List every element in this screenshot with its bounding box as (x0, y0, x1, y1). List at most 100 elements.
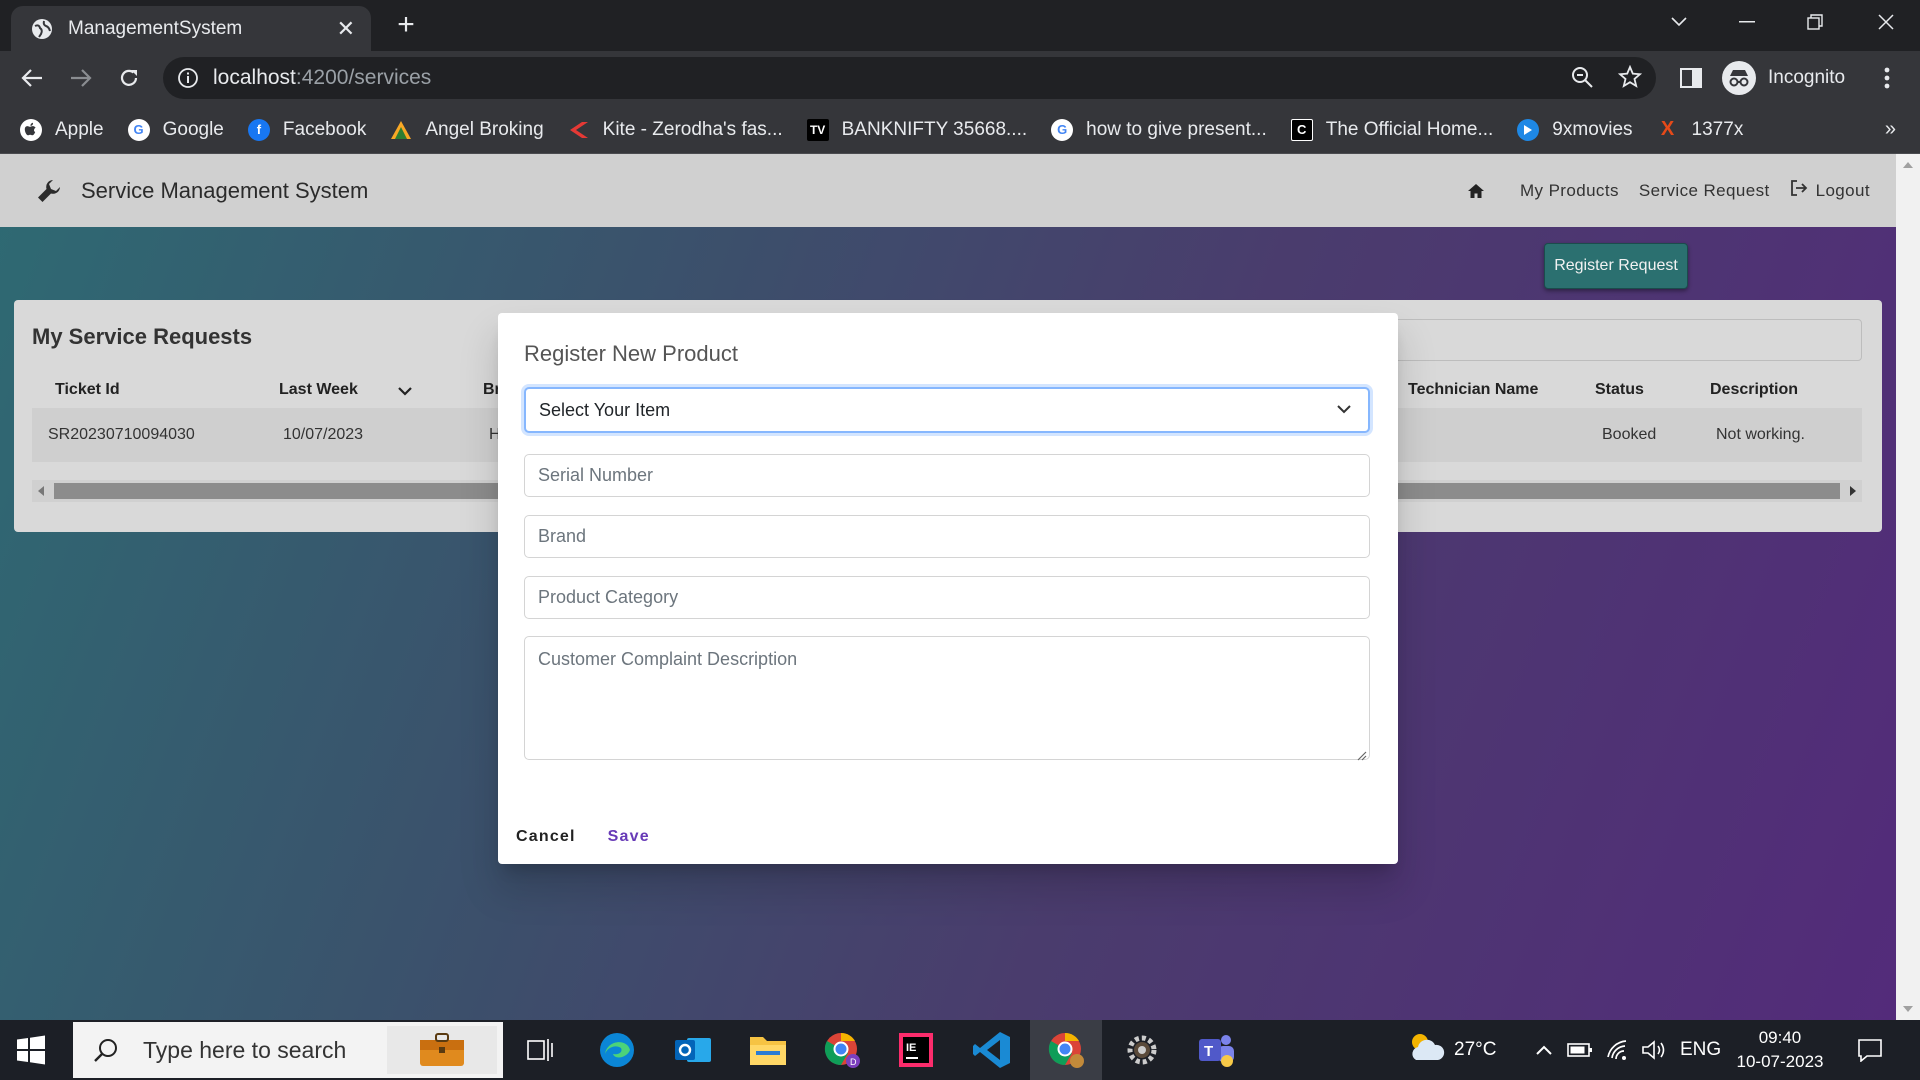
tab-strip: ManagementSystem ✕ + (0, 0, 1920, 51)
cell-description: Not working. (1716, 426, 1805, 443)
restore-icon[interactable] (1781, 0, 1849, 44)
scroll-down-icon[interactable] (1903, 1006, 1913, 1012)
vertical-scrollbar[interactable] (1896, 154, 1920, 1020)
chrome-menu-icon[interactable] (1868, 59, 1906, 97)
header-description[interactable]: Description (1710, 381, 1798, 399)
apple-icon (20, 118, 42, 141)
nav-my-products[interactable]: My Products (1520, 181, 1619, 201)
task-view-icon[interactable] (518, 1028, 562, 1072)
close-window-icon[interactable] (1852, 0, 1920, 44)
bookmark-official-home[interactable]: C The Official Home... (1290, 118, 1493, 141)
weather-widget[interactable]: 27°C (1406, 1020, 1496, 1080)
bookmark-angel-broking[interactable]: Angel Broking (390, 119, 544, 141)
register-request-button[interactable]: Register Request (1544, 243, 1688, 289)
bookmark-label: BANKNIFTY 35668.... (841, 118, 1028, 140)
incognito-label: Incognito (1768, 67, 1846, 88)
bookmark-9xmovies[interactable]: 9xmovies (1517, 118, 1633, 141)
bookmark-banknifty[interactable]: TV BANKNIFTY 35668.... (806, 118, 1028, 141)
brand-field[interactable]: Brand (524, 515, 1370, 558)
vscode-icon[interactable] (970, 1028, 1014, 1072)
header-status[interactable]: Status (1595, 381, 1644, 399)
kite-icon (568, 119, 590, 141)
teams-icon[interactable]: T (1194, 1028, 1238, 1072)
nav-service-request[interactable]: Service Request (1639, 181, 1770, 201)
filter-input[interactable] (1394, 319, 1862, 361)
home-icon[interactable] (1466, 181, 1486, 201)
tab-search-icon[interactable] (1645, 0, 1713, 44)
site-info-icon[interactable] (177, 67, 199, 89)
bookmark-1377x[interactable]: X 1377x (1657, 118, 1744, 141)
settings-gear-icon[interactable] (1120, 1028, 1164, 1072)
facebook-icon: f (247, 118, 270, 141)
wifi-icon[interactable] (1598, 1028, 1638, 1072)
app-title: Service Management System (81, 178, 369, 203)
bookmark-apple[interactable]: Apple (20, 118, 104, 141)
scroll-up-icon[interactable] (1903, 162, 1913, 168)
chrome-profile-icon[interactable]: D (820, 1028, 864, 1072)
wrench-icon (36, 178, 62, 204)
bookmark-kite[interactable]: Kite - Zerodha's fas... (568, 119, 783, 141)
notifications-icon[interactable] (1848, 1028, 1892, 1072)
browser-toolbar: localhost:4200/services Incognito (0, 51, 1920, 106)
serial-number-field[interactable]: Serial Number (524, 454, 1370, 497)
chrome-icon[interactable] (1044, 1028, 1088, 1072)
reload-icon[interactable] (110, 59, 148, 97)
clock[interactable]: 09:40 10-07-2023 (1724, 1026, 1836, 1074)
complaint-description-field[interactable]: Customer Complaint Description (524, 636, 1370, 761)
x-icon: X (1660, 118, 1675, 140)
globe-icon (31, 18, 53, 40)
close-tab-icon[interactable]: ✕ (337, 16, 355, 42)
chevron-up-icon[interactable] (1523, 1028, 1565, 1072)
card-title: My Service Requests (32, 324, 253, 349)
bookmark-label: Kite - Zerodha's fas... (602, 118, 783, 140)
forward-icon[interactable] (62, 59, 100, 97)
bookmark-star-icon[interactable] (1617, 64, 1643, 94)
intellij-icon[interactable]: IE (894, 1028, 938, 1072)
volume-icon[interactable] (1634, 1028, 1674, 1072)
side-panel-icon[interactable] (1672, 59, 1710, 97)
bookmark-facebook[interactable]: f Facebook (247, 118, 366, 141)
file-explorer-icon[interactable] (746, 1028, 790, 1072)
dialog-actions: Cancel Save (516, 828, 650, 846)
bookmark-how-to-give[interactable]: G how to give present... (1051, 118, 1267, 141)
register-product-dialog: Register New Product Select Your Item Se… (498, 313, 1398, 864)
bookmark-label: 1377x (1691, 118, 1744, 140)
svg-text:T: T (1204, 1043, 1213, 1060)
nav-logout[interactable]: Logout (1790, 179, 1870, 202)
scroll-left-icon[interactable] (38, 486, 44, 496)
svg-text:IE: IE (906, 1042, 916, 1054)
header-last-week[interactable]: Last Week (279, 381, 358, 399)
incognito-indicator[interactable]: Incognito (1722, 57, 1845, 99)
minimize-icon[interactable] (1713, 0, 1781, 44)
battery-icon[interactable] (1560, 1028, 1600, 1072)
brand-placeholder: Brand (538, 526, 587, 546)
zoom-icon[interactable] (1570, 65, 1594, 94)
new-tab-icon[interactable]: + (390, 9, 422, 41)
taskbar-search[interactable]: Type here to search (73, 1022, 503, 1078)
bookmark-google[interactable]: G Google (127, 118, 224, 141)
save-button[interactable]: Save (608, 828, 650, 846)
c-icon: C (1290, 118, 1313, 141)
windows-taskbar: Type here to search D IE T 27°C ENG 09:4… (0, 1020, 1920, 1080)
windows-start-icon[interactable] (16, 1035, 46, 1065)
header-technician-name[interactable]: Technician Name (1408, 381, 1538, 399)
outlook-icon[interactable] (671, 1028, 715, 1072)
category-placeholder: Product Category (538, 587, 679, 607)
language-indicator[interactable]: ENG (1680, 1020, 1721, 1080)
back-icon[interactable] (13, 59, 51, 97)
briefcase-icon[interactable] (387, 1026, 497, 1074)
more-bookmarks-icon[interactable]: » (1885, 118, 1896, 141)
browser-tab[interactable]: ManagementSystem ✕ (11, 6, 371, 51)
chevron-down-icon[interactable] (398, 383, 412, 401)
app-header: Service Management System My Products Se… (0, 154, 1896, 227)
edge-icon[interactable] (595, 1028, 639, 1072)
scroll-right-icon[interactable] (1850, 486, 1856, 496)
product-category-field[interactable]: Product Category (524, 576, 1370, 619)
cancel-button[interactable]: Cancel (516, 828, 576, 846)
header-ticket-id[interactable]: Ticket Id (55, 381, 120, 399)
address-bar[interactable]: localhost:4200/services (163, 57, 1656, 99)
dialog-title: Register New Product (524, 341, 738, 366)
cell-status: Booked (1602, 426, 1657, 443)
resize-grip-icon[interactable] (1355, 745, 1367, 761)
item-select[interactable]: Select Your Item (524, 387, 1370, 433)
